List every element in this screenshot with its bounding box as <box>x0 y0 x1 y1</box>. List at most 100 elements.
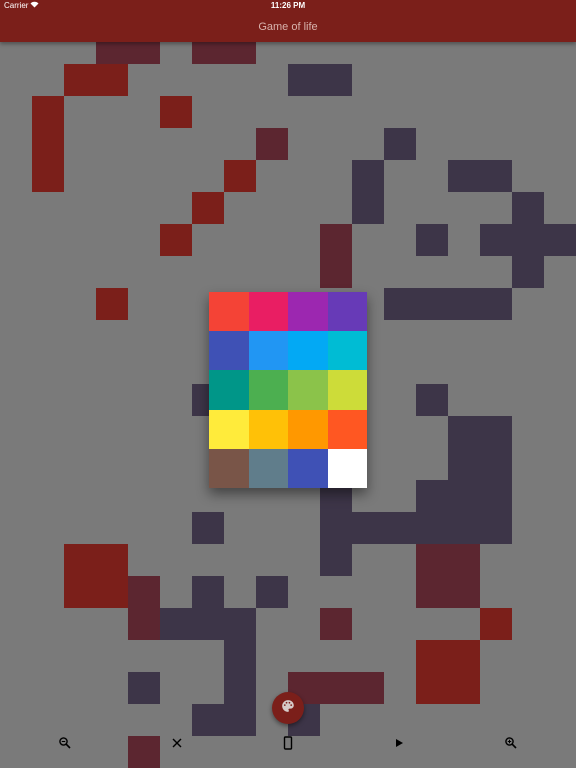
live-cell[interactable] <box>224 608 256 640</box>
live-cell[interactable] <box>288 64 320 96</box>
color-swatch[interactable] <box>327 370 367 410</box>
zoom-out-button[interactable] <box>58 736 72 750</box>
live-cell[interactable] <box>416 672 448 704</box>
live-cell[interactable] <box>352 672 384 704</box>
live-cell[interactable] <box>96 544 128 576</box>
color-swatch[interactable] <box>209 448 249 488</box>
live-cell[interactable] <box>416 512 448 544</box>
live-cell[interactable] <box>448 448 480 480</box>
live-cell[interactable] <box>192 512 224 544</box>
live-cell[interactable] <box>352 192 384 224</box>
live-cell[interactable] <box>416 288 448 320</box>
color-swatch[interactable] <box>209 292 249 332</box>
color-swatch[interactable] <box>209 331 249 371</box>
color-swatch[interactable] <box>327 448 367 488</box>
live-cell[interactable] <box>416 224 448 256</box>
live-cell[interactable] <box>416 544 448 576</box>
live-cell[interactable] <box>480 288 512 320</box>
live-cell[interactable] <box>160 224 192 256</box>
color-swatch[interactable] <box>327 292 367 332</box>
color-palette[interactable] <box>209 292 367 488</box>
live-cell[interactable] <box>416 480 448 512</box>
live-cell[interactable] <box>128 608 160 640</box>
color-swatch[interactable] <box>248 292 288 332</box>
live-cell[interactable] <box>224 672 256 704</box>
color-swatch[interactable] <box>288 292 328 332</box>
color-swatch[interactable] <box>248 448 288 488</box>
live-cell[interactable] <box>448 160 480 192</box>
color-swatch[interactable] <box>209 370 249 410</box>
live-cell[interactable] <box>320 512 352 544</box>
live-cell[interactable] <box>320 544 352 576</box>
live-cell[interactable] <box>448 512 480 544</box>
live-cell[interactable] <box>64 576 96 608</box>
live-cell[interactable] <box>96 576 128 608</box>
live-cell[interactable] <box>32 160 64 192</box>
live-cell[interactable] <box>448 288 480 320</box>
live-cell[interactable] <box>256 128 288 160</box>
color-swatch[interactable] <box>248 331 288 371</box>
live-cell[interactable] <box>64 64 96 96</box>
live-cell[interactable] <box>96 64 128 96</box>
live-cell[interactable] <box>480 416 512 448</box>
live-cell[interactable] <box>352 512 384 544</box>
live-cell[interactable] <box>448 640 480 672</box>
live-cell[interactable] <box>416 576 448 608</box>
live-cell[interactable] <box>384 512 416 544</box>
live-cell[interactable] <box>160 608 192 640</box>
live-cell[interactable] <box>320 672 352 704</box>
live-cell[interactable] <box>320 224 352 256</box>
live-cell[interactable] <box>192 608 224 640</box>
color-swatch[interactable] <box>327 409 367 449</box>
live-cell[interactable] <box>416 384 448 416</box>
live-cell[interactable] <box>448 416 480 448</box>
live-cell[interactable] <box>480 512 512 544</box>
live-cell[interactable] <box>512 224 544 256</box>
live-cell[interactable] <box>352 160 384 192</box>
clear-button[interactable] <box>170 736 184 750</box>
color-swatch[interactable] <box>288 409 328 449</box>
color-swatch[interactable] <box>288 331 328 371</box>
live-cell[interactable] <box>512 192 544 224</box>
color-swatch[interactable] <box>327 331 367 371</box>
color-swatch[interactable] <box>248 409 288 449</box>
live-cell[interactable] <box>480 448 512 480</box>
live-cell[interactable] <box>128 672 160 704</box>
live-cell[interactable] <box>480 480 512 512</box>
live-cell[interactable] <box>320 256 352 288</box>
live-cell[interactable] <box>160 96 192 128</box>
live-cell[interactable] <box>544 224 576 256</box>
live-cell[interactable] <box>320 64 352 96</box>
live-cell[interactable] <box>32 96 64 128</box>
live-cell[interactable] <box>480 160 512 192</box>
play-icon <box>396 739 403 747</box>
zoom-in-button[interactable] <box>504 736 518 750</box>
color-swatch[interactable] <box>288 370 328 410</box>
live-cell[interactable] <box>128 576 160 608</box>
live-cell[interactable] <box>320 608 352 640</box>
live-cell[interactable] <box>448 672 480 704</box>
live-cell[interactable] <box>224 160 256 192</box>
live-cell[interactable] <box>32 128 64 160</box>
live-cell[interactable] <box>96 288 128 320</box>
live-cell[interactable] <box>384 288 416 320</box>
live-cell[interactable] <box>480 608 512 640</box>
color-swatch[interactable] <box>248 370 288 410</box>
live-cell[interactable] <box>448 544 480 576</box>
live-cell[interactable] <box>480 224 512 256</box>
live-cell[interactable] <box>224 640 256 672</box>
live-cell[interactable] <box>384 128 416 160</box>
live-cell[interactable] <box>64 544 96 576</box>
live-cell[interactable] <box>192 576 224 608</box>
play-button[interactable] <box>392 736 406 750</box>
color-swatch[interactable] <box>209 409 249 449</box>
live-cell[interactable] <box>256 576 288 608</box>
live-cell[interactable] <box>448 576 480 608</box>
live-cell[interactable] <box>512 256 544 288</box>
live-cell[interactable] <box>448 480 480 512</box>
color-swatch[interactable] <box>288 448 328 488</box>
live-cell[interactable] <box>416 640 448 672</box>
palette-fab-button[interactable] <box>272 692 304 724</box>
device-button[interactable] <box>281 736 295 750</box>
live-cell[interactable] <box>192 192 224 224</box>
